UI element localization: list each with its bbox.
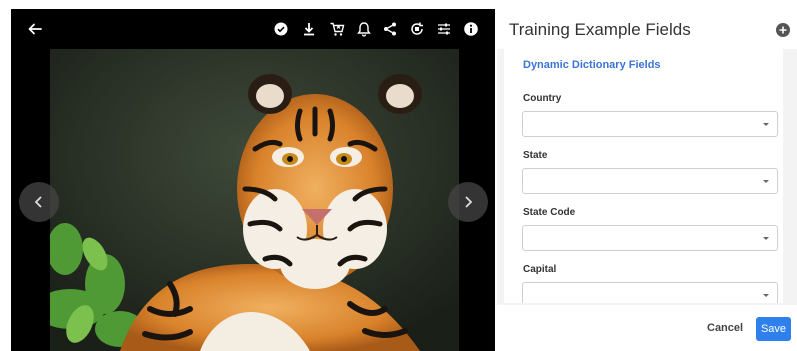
chevron-left-icon	[34, 196, 42, 208]
field-label-state: State	[523, 150, 548, 161]
training-fields-panel: Training Example Fields Dynamic Dictiona…	[497, 9, 797, 351]
chevron-down-icon	[763, 180, 769, 183]
panel-title: Training Example Fields	[509, 20, 691, 39]
cart-remove-icon[interactable]	[328, 20, 346, 38]
tiger-photo	[50, 49, 459, 351]
country-select[interactable]	[522, 111, 778, 137]
chevron-right-icon	[465, 196, 473, 208]
image-viewer	[11, 9, 495, 351]
info-icon[interactable]	[462, 20, 480, 38]
field-label-capital: Capital	[523, 264, 557, 275]
panel-header: Training Example Fields	[497, 9, 797, 49]
chevron-down-icon	[763, 123, 769, 126]
download-icon[interactable]	[300, 20, 318, 38]
capital-select[interactable]	[522, 282, 778, 303]
field-label-state-code: State Code	[523, 207, 576, 218]
plus-circle-icon[interactable]	[776, 23, 790, 37]
check-circle-icon[interactable]	[272, 20, 290, 38]
chevron-down-icon	[763, 294, 769, 297]
cancel-button[interactable]: Cancel	[707, 322, 743, 334]
share-icon[interactable]	[381, 20, 399, 38]
next-image-button[interactable]	[448, 182, 488, 222]
viewer-toolbar	[11, 9, 495, 49]
previous-image-button[interactable]	[19, 182, 59, 222]
tune-icon[interactable]	[435, 20, 453, 38]
bell-icon[interactable]	[355, 20, 373, 38]
rotate-icon[interactable]	[408, 20, 426, 38]
form-card: Dynamic Dictionary Fields Country State …	[504, 49, 783, 303]
field-label-country: Country	[523, 93, 562, 104]
save-button[interactable]: Save	[756, 317, 791, 341]
panel-footer: Cancel Save	[497, 305, 797, 351]
app-root: Training Example Fields Dynamic Dictiona…	[0, 0, 797, 351]
state-select[interactable]	[522, 168, 778, 194]
back-arrow-icon[interactable]	[26, 20, 44, 38]
state-code-select[interactable]	[522, 225, 778, 251]
chevron-down-icon	[763, 237, 769, 240]
section-title: Dynamic Dictionary Fields	[523, 59, 661, 71]
